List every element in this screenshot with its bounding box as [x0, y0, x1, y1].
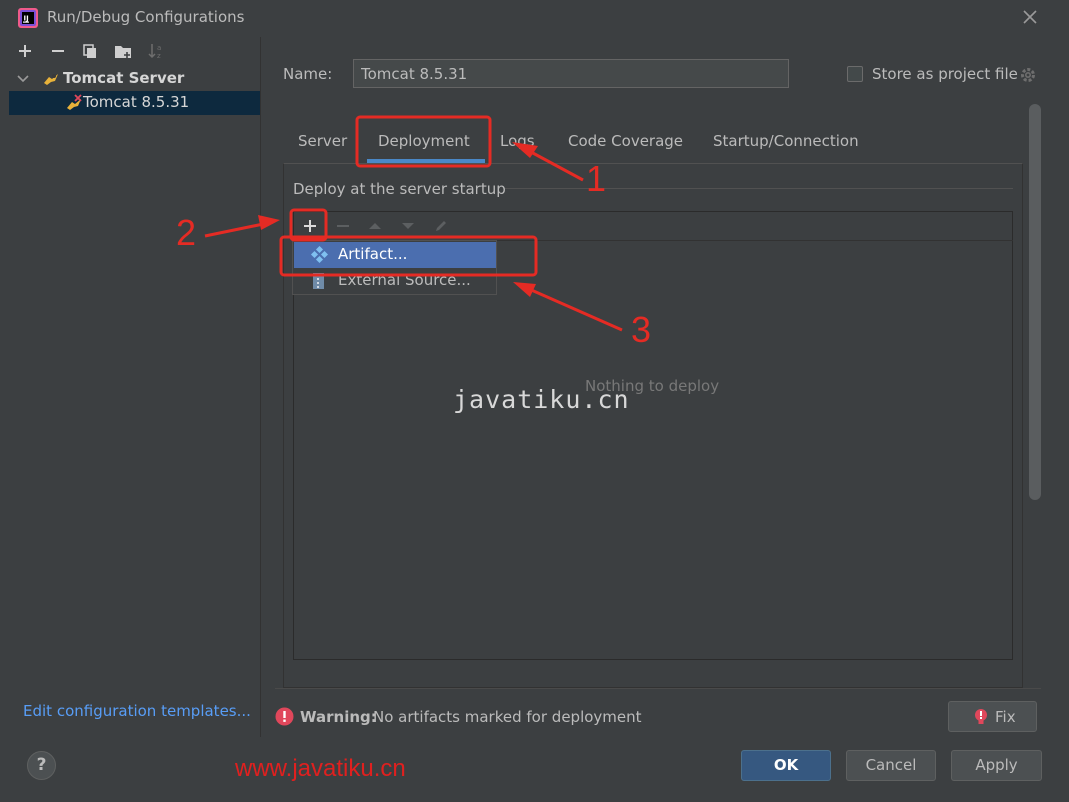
intellij-app-icon: IJ — [18, 8, 38, 28]
annotation-number-3: 3 — [631, 309, 652, 350]
svg-text:a: a — [157, 44, 161, 52]
tab-deployment[interactable]: Deployment — [378, 132, 470, 150]
menu-item-label: External Source... — [338, 271, 471, 289]
tab-startup-connection[interactable]: Startup/Connection — [713, 132, 859, 150]
tree-item-label: Tomcat 8.5.31 — [83, 93, 190, 111]
warning-message: No artifacts marked for deployment — [373, 708, 642, 726]
name-label: Name: — [283, 65, 333, 83]
help-button[interactable]: ? — [27, 751, 56, 780]
sort-icon[interactable]: az — [145, 40, 167, 62]
tab-code-coverage[interactable]: Code Coverage — [568, 132, 683, 150]
scrollbar[interactable] — [1029, 104, 1041, 500]
store-as-project-file-label[interactable]: Store as project file — [872, 65, 1018, 83]
cancel-button[interactable]: Cancel — [846, 750, 936, 781]
copy-icon[interactable] — [79, 40, 101, 62]
arrowhead-2 — [258, 215, 280, 230]
tree-item-tomcat-8-5-31[interactable]: Tomcat 8.5.31 — [9, 91, 260, 115]
fix-button[interactable]: Fix — [948, 701, 1037, 732]
archive-icon — [313, 273, 324, 289]
separator — [505, 188, 1013, 189]
artifact-icon — [310, 246, 328, 264]
chevron-down-icon[interactable] — [17, 74, 29, 84]
annotation-number-2: 2 — [176, 212, 197, 253]
tab-logs[interactable]: Logs — [500, 132, 535, 150]
lightbulb-icon — [975, 709, 987, 724]
tree-item-tomcat-server[interactable]: Tomcat Server — [9, 67, 260, 91]
edit-icon[interactable] — [430, 215, 452, 237]
remove-icon[interactable] — [332, 215, 354, 237]
separator — [275, 688, 1041, 689]
tomcat-icon — [44, 74, 58, 85]
move-down-icon[interactable] — [397, 215, 419, 237]
menu-item-external-source[interactable]: External Source... — [294, 268, 496, 294]
add-menu-popup: Artifact... External Source... — [292, 240, 497, 295]
warning-icon — [275, 707, 294, 726]
tab-bar: Server Deployment Logs Code Coverage Sta… — [283, 123, 1023, 163]
ok-button[interactable]: OK — [741, 750, 831, 781]
configurations-toolbar: az — [8, 37, 260, 65]
tab-server[interactable]: Server — [298, 132, 347, 150]
warning-label: Warning: — [300, 708, 377, 726]
move-up-icon[interactable] — [364, 215, 386, 237]
name-input[interactable] — [353, 59, 789, 88]
tree-item-label: Tomcat Server — [63, 69, 185, 87]
menu-item-artifact[interactable]: Artifact... — [294, 242, 496, 268]
annotation-number-1: 1 — [586, 158, 607, 199]
folder-add-icon[interactable] — [112, 40, 134, 62]
splitter[interactable] — [260, 37, 261, 737]
svg-text:IJ: IJ — [24, 15, 29, 23]
gear-icon[interactable] — [1019, 66, 1037, 84]
svg-text:z: z — [157, 52, 161, 60]
menu-item-label: Artifact... — [338, 245, 408, 263]
add-icon[interactable] — [299, 215, 321, 237]
add-icon[interactable] — [14, 40, 36, 62]
apply-button[interactable]: Apply — [951, 750, 1042, 781]
window-title: Run/Debug Configurations — [47, 8, 245, 26]
remove-icon[interactable] — [47, 40, 69, 62]
deploy-toolbar — [293, 211, 1013, 241]
watermark: javatiku.cn — [453, 385, 630, 414]
store-as-project-file-checkbox[interactable] — [847, 66, 863, 82]
fix-label: Fix — [995, 708, 1016, 726]
edit-templates-link[interactable]: Edit configuration templates... — [23, 702, 251, 720]
deploy-heading: Deploy at the server startup — [293, 180, 506, 198]
tomcat-run-icon — [67, 94, 82, 110]
close-icon[interactable] — [1020, 7, 1040, 27]
watermark-url: www.javatiku.cn — [235, 755, 406, 782]
configurations-tree: Tomcat Server Tomcat 8.5.31 — [9, 66, 260, 706]
